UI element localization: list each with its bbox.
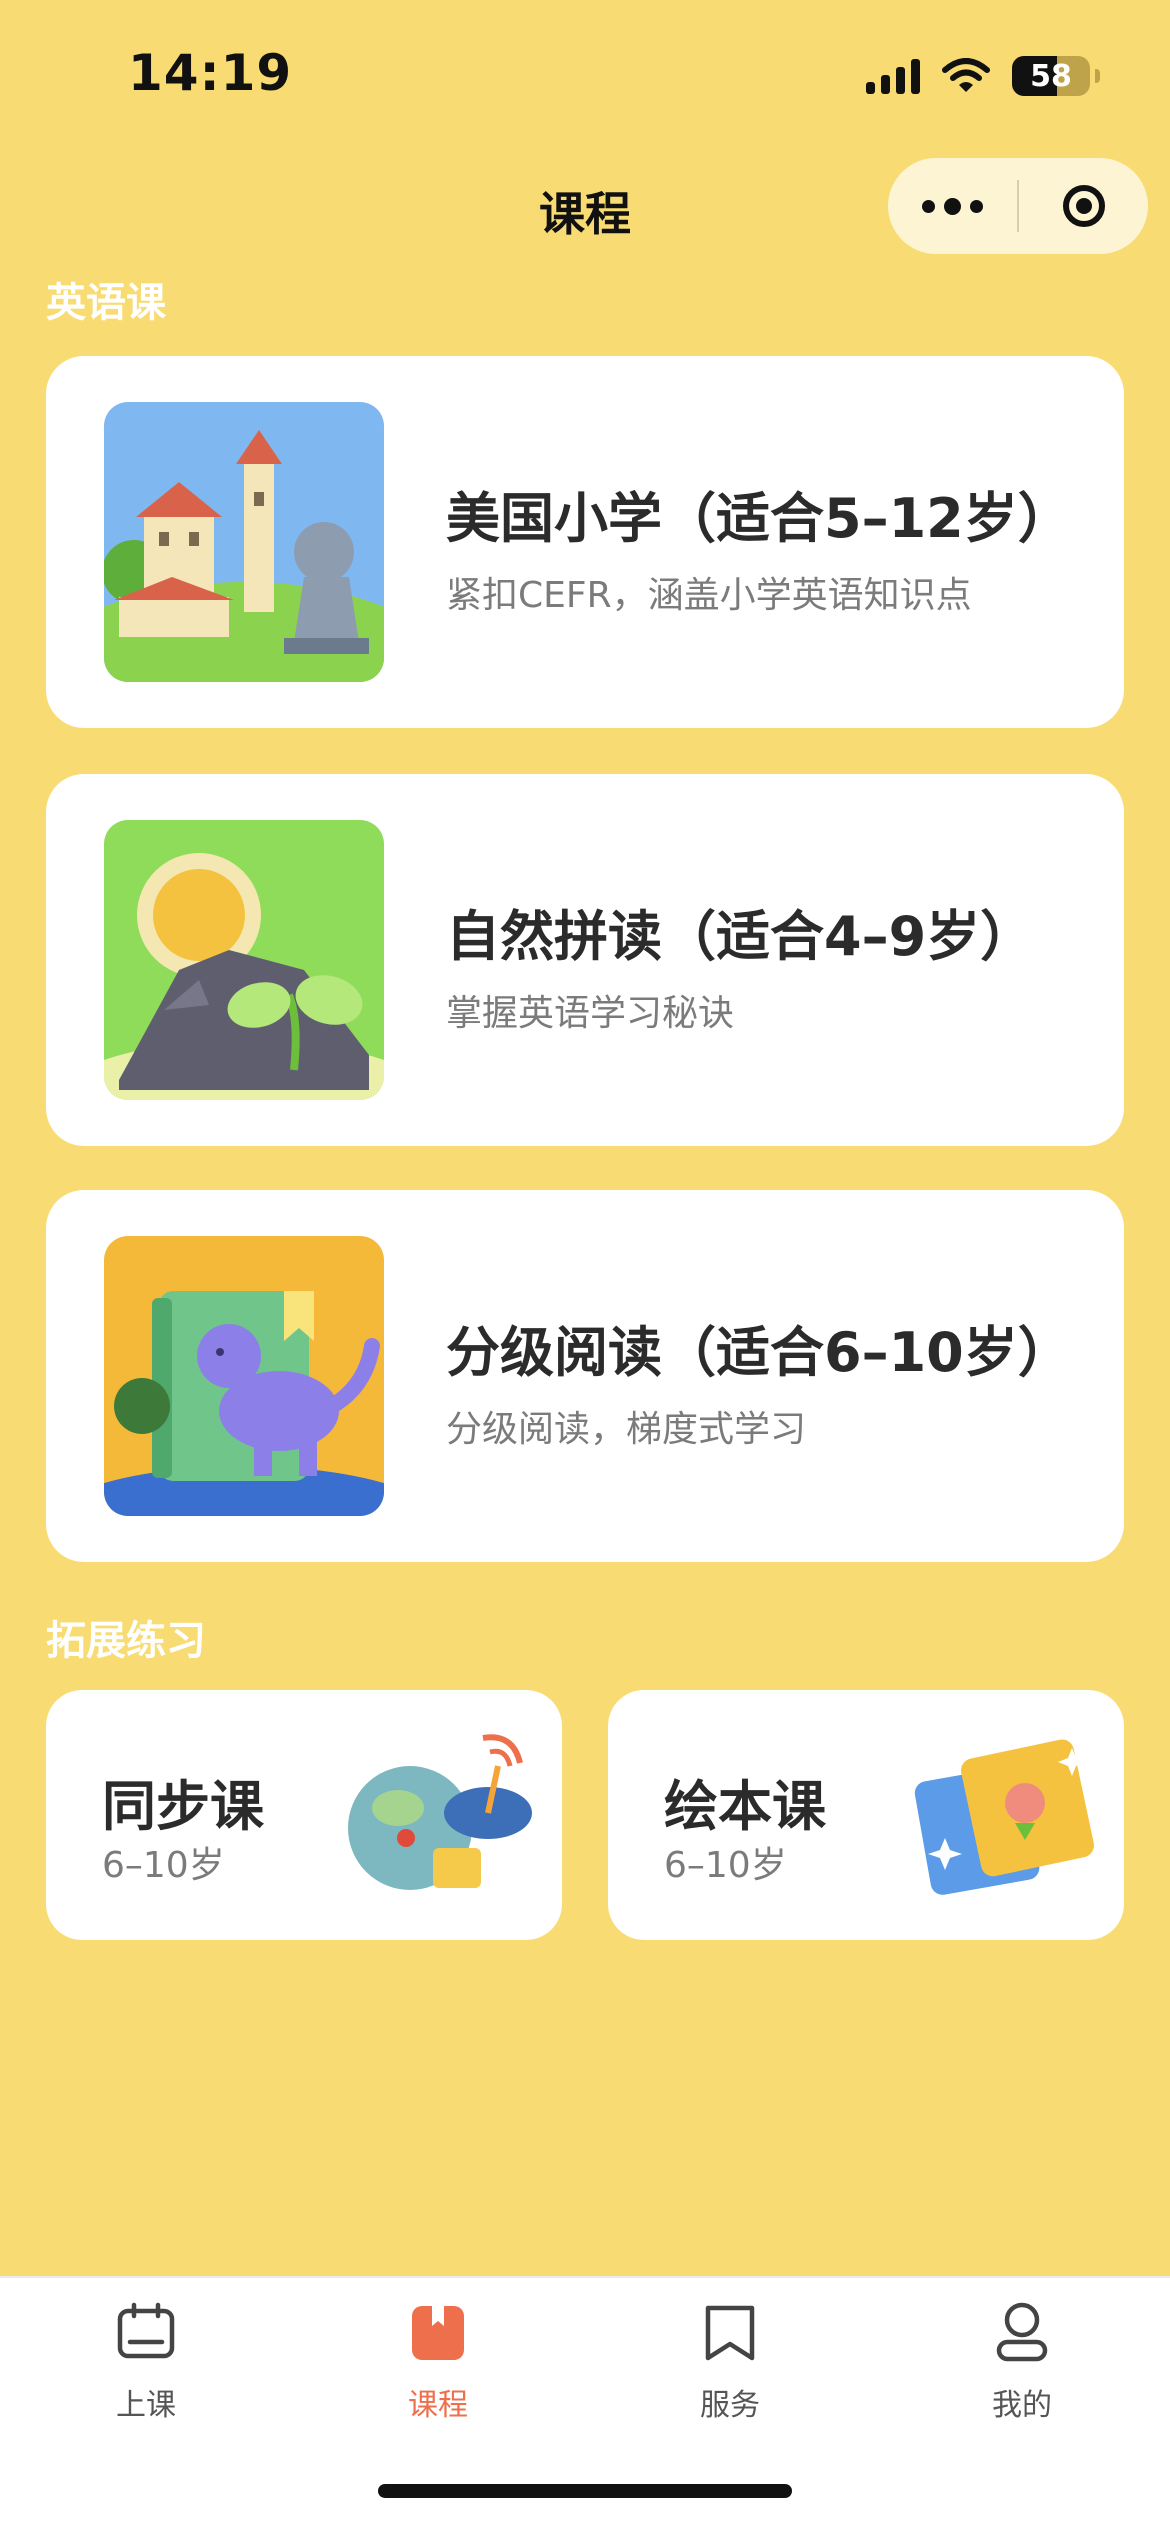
course-card-us-elementary[interactable]: 美国小学（适合5–12岁） 紧扣CEFR，涵盖小学英语知识点 bbox=[46, 356, 1124, 728]
castle-illustration bbox=[104, 402, 384, 682]
status-time: 14:19 bbox=[128, 44, 293, 102]
status-bar: 14:19 58 bbox=[0, 0, 1170, 150]
miniprogram-capsule bbox=[888, 158, 1148, 254]
ext-card-age: 6–10岁 bbox=[664, 1845, 787, 1886]
cellular-signal-icon bbox=[866, 58, 920, 94]
target-icon bbox=[1062, 185, 1105, 227]
tab-class[interactable]: 上课 bbox=[46, 2300, 246, 2424]
tab-label: 上课 bbox=[116, 2388, 176, 2423]
book-icon bbox=[412, 2306, 464, 2360]
tab-label: 我的 bbox=[992, 2388, 1052, 2423]
ext-card-title: 同步课 bbox=[102, 1775, 264, 1838]
globe-satellite-illustration bbox=[348, 1734, 532, 1890]
dinosaur-book-illustration bbox=[104, 1236, 384, 1516]
course-subtitle: 分级阅读，梯度式学习 bbox=[446, 1409, 807, 1450]
home-indicator bbox=[378, 2484, 792, 2498]
wifi-icon bbox=[942, 58, 990, 92]
bookmark-icon bbox=[705, 2305, 755, 2361]
tab-profile[interactable]: 我的 bbox=[922, 2300, 1122, 2424]
ext-card-age: 6–10岁 bbox=[102, 1845, 225, 1886]
tab-courses[interactable]: 课程 bbox=[338, 2300, 538, 2424]
close-miniprogram-button[interactable] bbox=[1019, 158, 1148, 254]
more-icon bbox=[922, 199, 935, 213]
tab-service[interactable]: 服务 bbox=[630, 2300, 830, 2424]
status-icons: 58 bbox=[866, 56, 1100, 96]
section-title-english: 英语课 bbox=[46, 280, 166, 326]
ext-card-picture-book[interactable]: 绘本课 6–10岁 bbox=[608, 1690, 1124, 1940]
course-card-graded-reading[interactable]: 分级阅读（适合6–10岁） 分级阅读，梯度式学习 bbox=[46, 1190, 1124, 1562]
tab-label: 课程 bbox=[408, 2388, 468, 2423]
course-card-phonics[interactable]: 自然拼读（适合4–9岁） 掌握英语学习秘诀 bbox=[46, 774, 1124, 1146]
course-title: 自然拼读（适合4–9岁） bbox=[446, 905, 1035, 968]
course-title: 美国小学（适合5–12岁） bbox=[446, 487, 1072, 550]
tab-label: 服务 bbox=[700, 2388, 760, 2423]
books-illustration bbox=[914, 1739, 1094, 1895]
sprout-illustration bbox=[104, 820, 384, 1100]
ext-card-title: 绘本课 bbox=[664, 1775, 826, 1838]
more-button[interactable] bbox=[888, 158, 1017, 254]
section-title-extension: 拓展练习 bbox=[46, 1618, 206, 1664]
battery-percent: 58 bbox=[1030, 58, 1072, 94]
person-icon bbox=[996, 2302, 1048, 2362]
ext-card-sync-lesson[interactable]: 同步课 6–10岁 bbox=[46, 1690, 562, 1940]
battery-icon: 58 bbox=[1012, 56, 1100, 96]
course-subtitle: 紧扣CEFR，涵盖小学英语知识点 bbox=[446, 575, 972, 616]
calendar-icon bbox=[117, 2302, 175, 2359]
course-title: 分级阅读（适合6–10岁） bbox=[446, 1321, 1072, 1384]
course-subtitle: 掌握英语学习秘诀 bbox=[446, 993, 735, 1034]
